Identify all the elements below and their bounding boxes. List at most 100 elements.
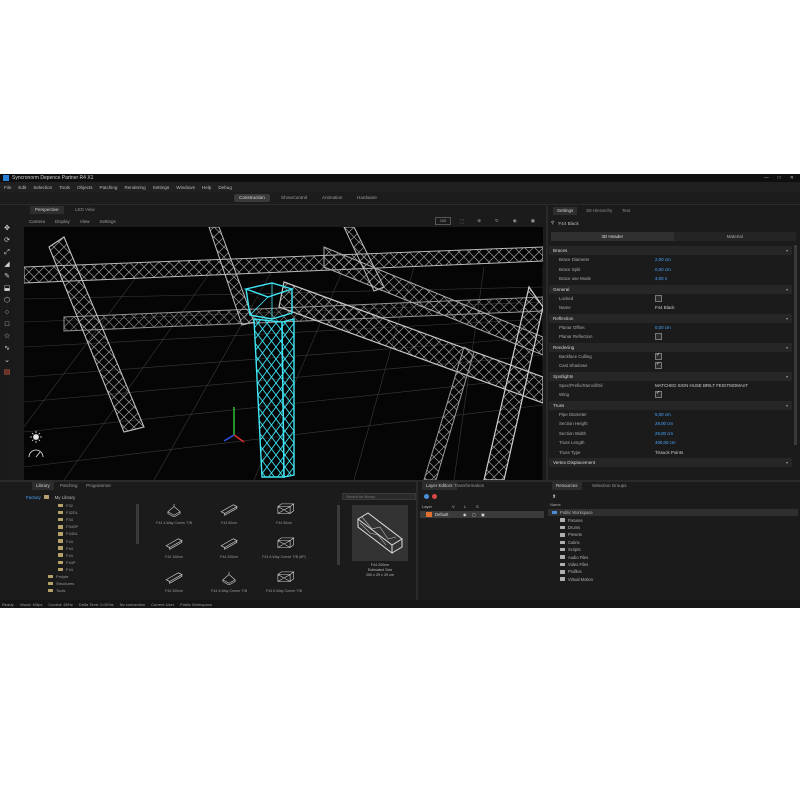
workspace-item[interactable]: Video Files [548,561,798,568]
section-1[interactable]: General ▾ [549,284,792,294]
workspace-item[interactable]: Scripts [548,546,798,553]
tree-item[interactable]: Prolyte [30,573,134,580]
library-item[interactable]: F44 4-Way Corner T/B [199,569,259,599]
menu-edit[interactable]: Edit [18,185,26,190]
workspace-item[interactable]: Presets [548,531,798,538]
tab-construction[interactable]: Construction [234,194,270,202]
add-layer-icon[interactable] [424,494,429,499]
property-checkbox[interactable] [655,294,662,302]
property-checkbox[interactable] [655,361,662,370]
tree-item[interactable]: F44 [30,566,134,573]
layer-row[interactable]: Default ◉ ▢ ▣ [420,511,544,518]
property-value[interactable]: MATCHED SIGN HUSE BRILT FEIGTMOMAnT [655,383,748,388]
measure-icon[interactable]: ◢ [3,260,12,269]
light-icon[interactable]: ▤ [3,368,12,377]
menu-objects[interactable]: Objects [77,185,93,190]
tab-animation[interactable]: Animation [317,194,347,202]
select-icon[interactable]: ▣ [481,512,490,517]
menu-selection[interactable]: Selection [33,185,52,190]
collapse-icon[interactable]: ▾ [786,285,788,294]
workspace-item[interactable]: Fixtures [548,516,798,523]
tab-showcontrol[interactable]: ShowControl [276,194,312,202]
chevron-icon[interactable]: ⌄ [3,356,12,365]
lock-icon[interactable]: ▢ [472,512,481,517]
tab-library[interactable]: Library [32,482,54,490]
properties-scrollbar[interactable] [794,245,797,445]
camera-icon[interactable]: ◉ [513,218,517,224]
property-value[interactable]: 400,00 cm [655,440,676,445]
target-icon[interactable]: ⊕ [477,218,481,224]
tree-item[interactable]: F34 [30,516,134,523]
tree-item[interactable]: F34DL [30,530,134,537]
panel-divider-layers[interactable] [416,482,418,600]
workspace-item[interactable]: Cutins [548,539,798,546]
collapse-icon[interactable]: ▾ [786,314,788,323]
workspace-root[interactable]: Public Workspace [548,509,798,517]
tree-item[interactable]: F44 [30,552,134,559]
tab-settings[interactable]: Settings [553,207,578,215]
property-value[interactable]: Tissuck Points [655,450,683,455]
tree-item[interactable]: Tools [30,587,134,594]
3d-viewport[interactable] [24,227,543,480]
zoom-field[interactable]: 100 [435,217,452,225]
property-value[interactable]: 0,00 cm [655,325,671,330]
tab-patching[interactable]: Patching [56,482,82,490]
scale-icon[interactable]: ⤢ [3,248,12,257]
menu-settings[interactable]: Settings [153,185,170,190]
section-5[interactable]: Truss ▾ [549,400,792,410]
library-item[interactable]: F44 6-Way Corner T/B (6P) [254,535,314,565]
tree-item[interactable]: F44 [30,537,134,544]
refresh-icon[interactable]: ↻ [495,218,499,224]
tree-item[interactable]: F44 [30,545,134,552]
tab-perspective[interactable]: Perspective [30,206,64,214]
delete-layer-icon[interactable] [432,494,437,499]
section-3[interactable]: Rendering ▾ [549,342,792,352]
section-6[interactable]: Vertex Displacement ▾ [549,458,792,467]
minimize-button[interactable]: — [764,175,769,181]
path-icon[interactable]: ∿ [3,344,12,353]
maximize-button[interactable]: □ [778,175,781,181]
property-checkbox[interactable] [655,352,662,360]
library-item[interactable]: F44 50cm [254,501,314,531]
lock-icon[interactable]: ▣ [531,218,535,224]
collapse-icon[interactable]: ▾ [786,246,788,255]
workspace-item[interactable]: Virtual Motion [548,576,798,583]
circle-icon[interactable]: ○ [3,308,12,317]
tab-programmer[interactable]: Programmer [82,482,115,490]
fullscreen-icon[interactable]: ⛶ [460,219,463,224]
property-value[interactable]: 3,00 n [655,276,667,281]
section-4[interactable]: Spotlights ▾ [549,371,792,381]
workspace-item[interactable]: Drums [548,524,798,531]
tab-transformation[interactable]: Transformation [450,482,488,490]
viewport-menu-display[interactable]: Display [55,219,70,224]
section-0[interactable]: Braces ▾ [549,246,792,255]
tab-hardware[interactable]: Hardware [352,194,382,202]
tab-selection-groups[interactable]: Selection Groups [588,482,631,490]
section-2[interactable]: Reflection ▾ [549,313,792,323]
library-item[interactable]: F44 200cm [199,535,259,565]
menu-tools[interactable]: Tools [59,185,70,190]
star-icon[interactable]: ☆ [3,332,12,341]
library-item[interactable]: F44 50cm [199,501,259,531]
property-checkbox[interactable] [655,333,662,341]
library-search-input[interactable]: Search for library [342,493,416,500]
tab-led-view[interactable]: LED View [70,206,100,214]
property-value[interactable]: 29,00 cm [655,431,673,436]
pen-icon[interactable]: ✎ [3,272,12,281]
workspace-item[interactable]: Profiles [548,568,798,575]
tab-3d-hierarchy[interactable]: 3D Hierarchy [582,207,616,215]
collapse-icon[interactable]: ▾ [786,458,788,467]
tree-item[interactable]: Structures [30,580,134,587]
menu-file[interactable]: File [4,185,11,190]
tab-3d-header[interactable]: 3D Header [551,232,674,241]
tree-item[interactable]: F32 [30,502,134,509]
property-value[interactable]: 5,00 cm [655,412,671,417]
panel-divider[interactable] [546,206,548,482]
menu-windows[interactable]: Windows [176,185,195,190]
close-button[interactable]: ✕ [790,175,794,181]
library-item[interactable]: F44 6-Way Corner T/B [254,569,314,599]
tree-item[interactable]: F34SP [30,523,134,530]
workspace-item[interactable]: Audio Files [548,553,798,560]
tab-material[interactable]: Material [673,232,796,241]
library-my[interactable]: My Library [55,495,76,500]
